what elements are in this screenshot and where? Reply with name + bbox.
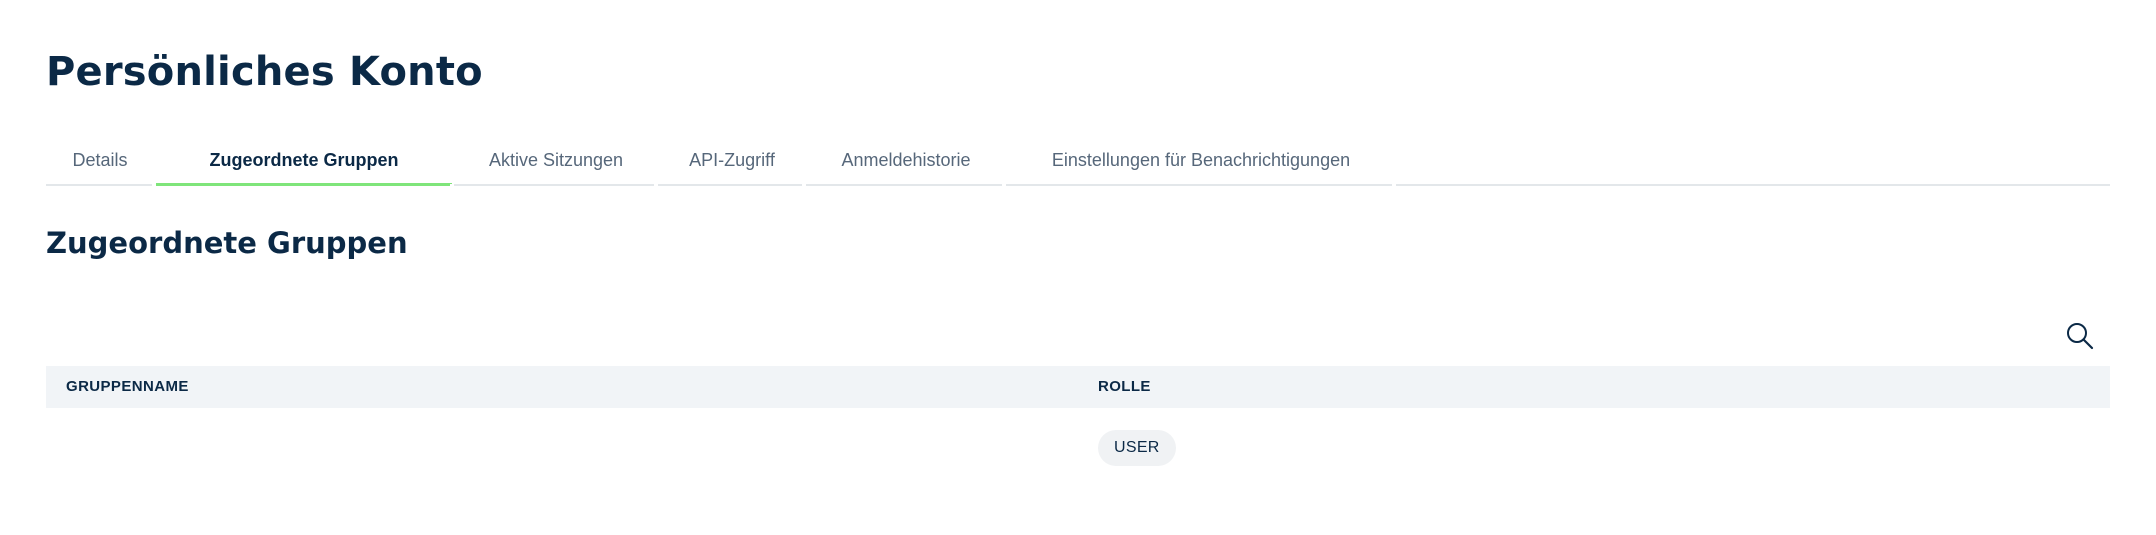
tab-label: Details bbox=[72, 150, 128, 170]
tab-active-sessions[interactable]: Aktive Sitzungen bbox=[456, 140, 658, 186]
table-row: USER bbox=[46, 408, 2110, 488]
section-title: Zugeordnete Gruppen bbox=[46, 226, 408, 260]
tab-label: Einstellungen für Benachrichtigungen bbox=[1051, 150, 1351, 170]
page-title: Persönliches Konto bbox=[46, 49, 483, 95]
role-badge: USER bbox=[1098, 430, 1176, 466]
search-button[interactable] bbox=[2064, 320, 2096, 352]
search-icon bbox=[2067, 323, 2094, 350]
tab-label: Zugeordnete Gruppen bbox=[209, 150, 399, 170]
tab-assigned-groups[interactable]: Zugeordnete Gruppen bbox=[156, 140, 454, 186]
tab-api-access[interactable]: API-Zugriff bbox=[660, 140, 806, 186]
tab-label: API-Zugriff bbox=[689, 150, 775, 170]
tab-label: Anmeldehistorie bbox=[841, 150, 971, 170]
tab-notification-settings[interactable]: Einstellungen für Benachrichtigungen bbox=[1008, 140, 1396, 186]
column-header-role[interactable]: ROLLE bbox=[1098, 366, 1151, 408]
tab-login-history[interactable]: Anmeldehistorie bbox=[808, 140, 1006, 186]
account-tabs: Details Zugeordnete Gruppen Aktive Sitzu… bbox=[46, 140, 2110, 186]
active-tab-indicator bbox=[156, 183, 452, 186]
tab-label: Aktive Sitzungen bbox=[488, 150, 624, 170]
tab-details[interactable]: Details bbox=[46, 140, 156, 186]
column-header-group-name[interactable]: GRUPPENNAME bbox=[66, 366, 189, 408]
table-header: GRUPPENNAME ROLLE bbox=[46, 366, 2110, 408]
